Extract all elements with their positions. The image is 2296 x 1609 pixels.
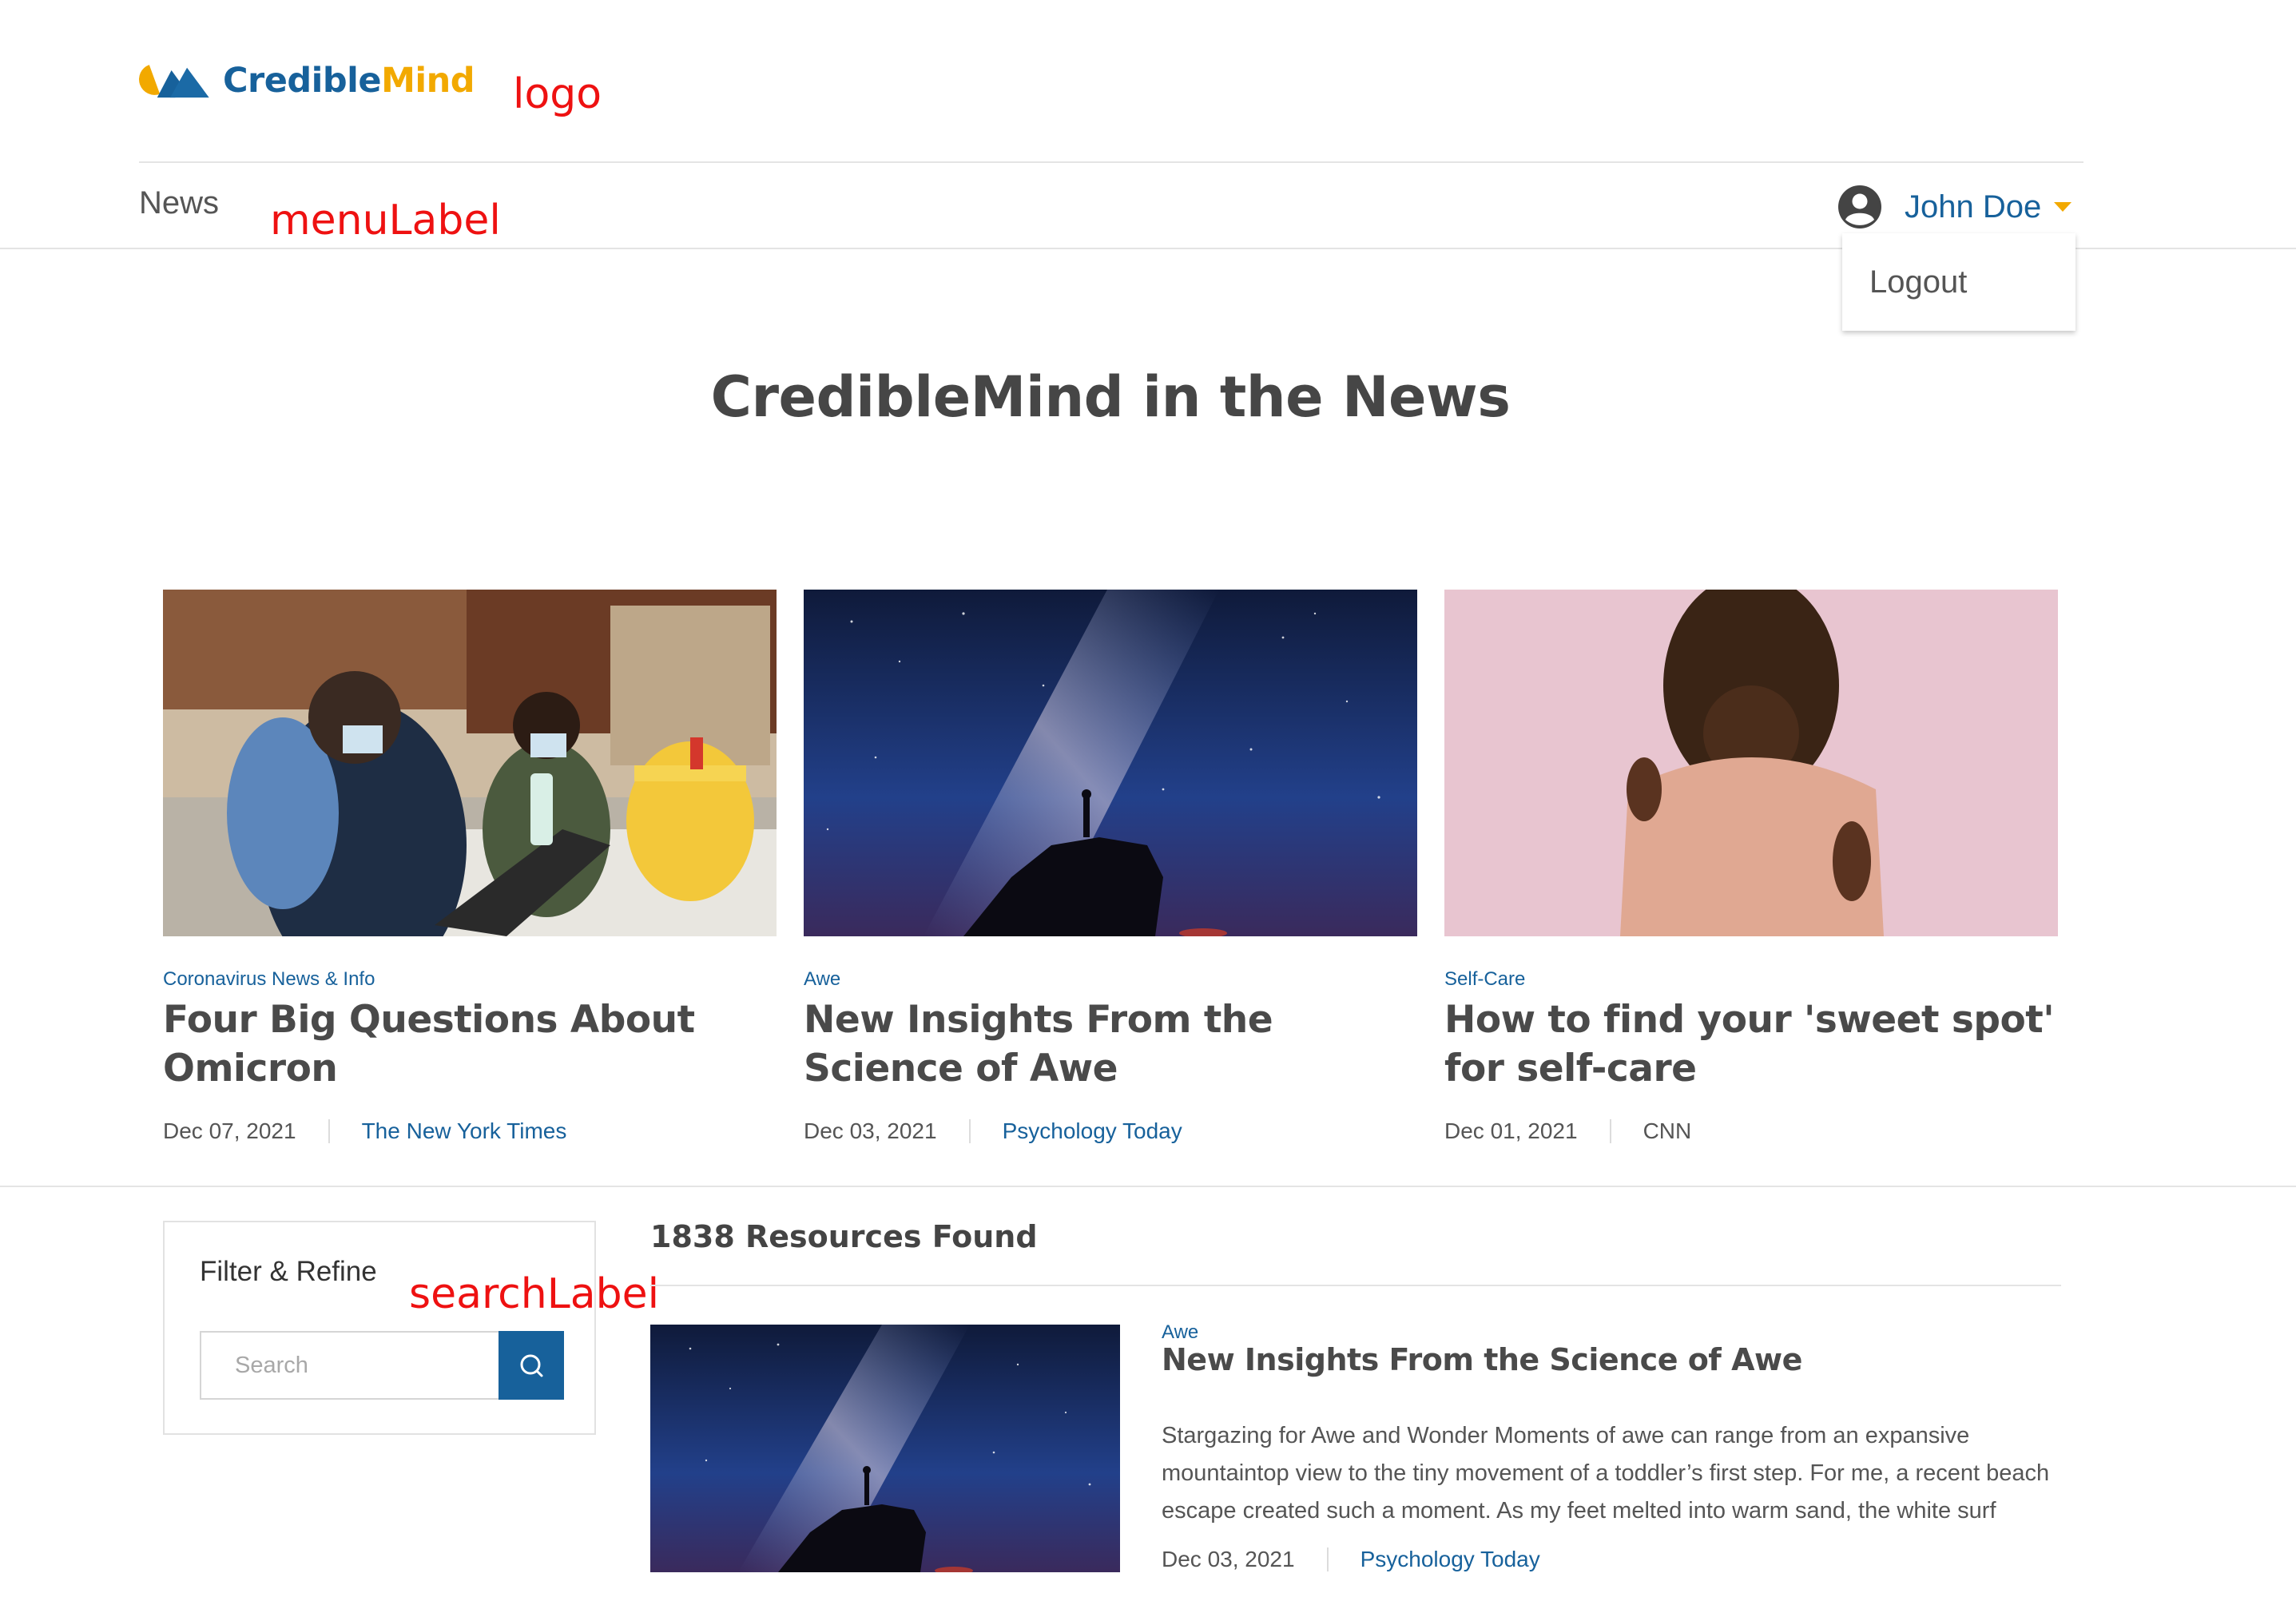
- filter-title: Filter & Refine: [200, 1256, 377, 1287]
- featured-card[interactable]: Awe New Insights From the Science of Awe…: [804, 590, 1417, 1143]
- result-title[interactable]: New Insights From the Science of Awe: [1162, 1342, 1802, 1377]
- results-count: 1838 Resources Found: [650, 1219, 1038, 1254]
- meta-separator: [1609, 1119, 1611, 1143]
- card-category[interactable]: Coronavirus News & Info: [163, 968, 375, 991]
- card-category[interactable]: Self-Care: [1444, 968, 1525, 991]
- section-divider: [0, 1186, 2296, 1187]
- logo-mark-icon: [139, 65, 209, 98]
- result-image-night-sky[interactable]: [650, 1325, 1120, 1572]
- card-title[interactable]: New Insights From the Science of Awe: [804, 995, 1427, 1093]
- annotation-logo: logo: [513, 70, 602, 118]
- result-source[interactable]: Psychology Today: [1361, 1547, 1540, 1572]
- user-dropdown: Logout: [1842, 233, 2076, 331]
- result-category[interactable]: Awe: [1162, 1321, 1198, 1344]
- search-icon: [520, 1354, 543, 1377]
- annotation-search: searchLabel: [409, 1270, 660, 1318]
- card-date: Dec 07, 2021: [163, 1118, 296, 1143]
- search-input[interactable]: [200, 1331, 499, 1400]
- card-source[interactable]: Psychology Today: [1003, 1118, 1182, 1144]
- card-meta: Dec 03, 2021 Psychology Today: [804, 1118, 1182, 1144]
- featured-card[interactable]: Coronavirus News & Info Four Big Questio…: [163, 590, 777, 1143]
- card-meta: Dec 07, 2021 The New York Times: [163, 1118, 566, 1144]
- search-button[interactable]: [499, 1331, 564, 1400]
- card-date: Dec 03, 2021: [804, 1118, 937, 1143]
- caret-down-icon[interactable]: [2054, 202, 2072, 212]
- meta-separator: [968, 1119, 971, 1143]
- user-name[interactable]: John Doe: [1905, 189, 2041, 225]
- card-category[interactable]: Awe: [804, 968, 840, 991]
- logout-menu-item[interactable]: Logout: [1869, 264, 1967, 300]
- result-date: Dec 03, 2021: [1162, 1547, 1295, 1571]
- result-excerpt: Stargazing for Awe and Wonder Moments of…: [1162, 1423, 2050, 1524]
- card-date: Dec 01, 2021: [1444, 1118, 1578, 1143]
- filter-panel: Filter & Refine: [163, 1221, 596, 1435]
- result-item[interactable]: Awe New Insights From the Science of Awe…: [650, 1321, 2061, 1577]
- card-source[interactable]: The New York Times: [362, 1118, 567, 1144]
- meta-separator: [328, 1119, 330, 1143]
- logo[interactable]: CredibleMind: [139, 53, 475, 109]
- card-title[interactable]: How to find your 'sweet spot' for self-c…: [1444, 995, 2068, 1093]
- card-image-healthcare-workers[interactable]: [163, 590, 777, 936]
- card-source[interactable]: CNN: [1643, 1118, 1692, 1144]
- user-menu[interactable]: John Doe: [1837, 180, 2072, 234]
- card-meta: Dec 01, 2021 CNN: [1444, 1118, 1691, 1144]
- page-title: CredibleMind in the News: [710, 364, 1511, 430]
- header-divider: [139, 161, 2083, 163]
- card-title[interactable]: Four Big Questions About Omicron: [163, 995, 786, 1093]
- card-image-night-sky[interactable]: [804, 590, 1417, 936]
- result-meta: Dec 03, 2021 Psychology Today: [1162, 1547, 1540, 1572]
- nav-item-news[interactable]: News: [139, 185, 219, 221]
- meta-separator: [1326, 1547, 1329, 1571]
- featured-card[interactable]: Self-Care How to find your 'sweet spot' …: [1444, 590, 2058, 1143]
- annotation-menu: menuLabel: [270, 197, 501, 244]
- results-divider: [650, 1285, 2061, 1286]
- account-circle-icon: [1838, 185, 1881, 228]
- logo-text: CredibleMind: [222, 61, 475, 101]
- card-image-self-hug[interactable]: [1444, 590, 2058, 936]
